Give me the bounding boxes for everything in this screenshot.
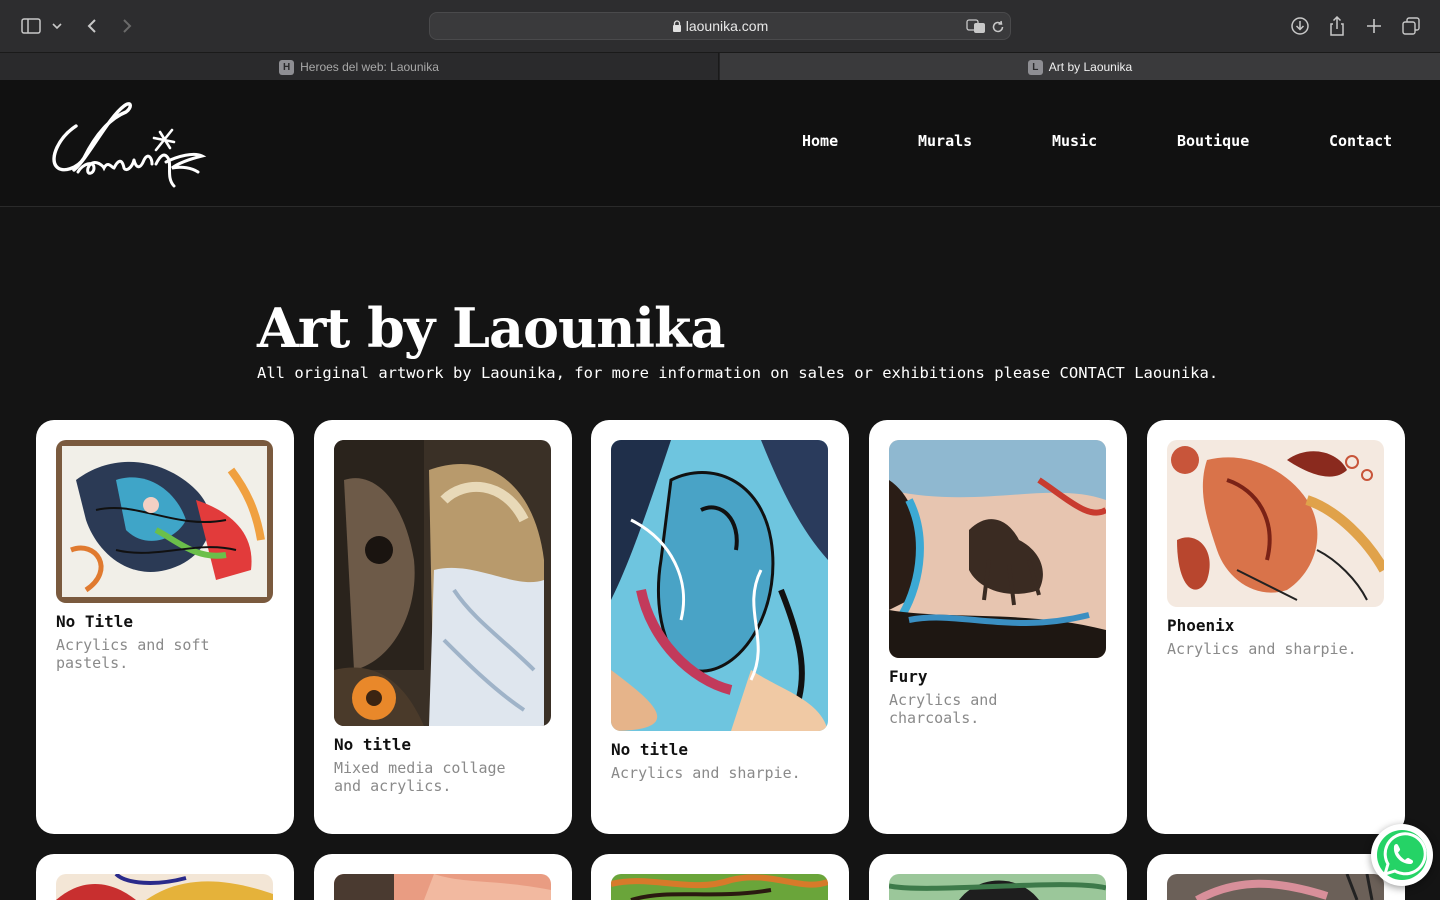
artwork-card[interactable]: No Title Acrylics and soft pastels. <box>36 420 294 834</box>
site-header: Home Murals Music Boutique Contact <box>0 80 1440 207</box>
artwork-card[interactable]: Fury Acrylics and charcoals. <box>869 420 1127 834</box>
page-title: Art by Laounika <box>257 296 725 360</box>
whatsapp-button[interactable] <box>1371 824 1433 886</box>
artwork-image[interactable] <box>889 874 1106 900</box>
artwork-card[interactable] <box>36 854 294 900</box>
chevron-down-icon[interactable] <box>46 13 68 39</box>
artwork-image[interactable] <box>611 440 828 731</box>
nav-music[interactable]: Music <box>1052 132 1097 150</box>
artwork-title: Phoenix <box>1167 616 1235 635</box>
nav-contact[interactable]: Contact <box>1329 132 1392 150</box>
artwork-desc: Mixed media collage and acrylics. <box>334 759 506 795</box>
artwork-desc: Acrylics and sharpie. <box>1167 640 1357 658</box>
artwork-image[interactable] <box>889 440 1106 658</box>
nav-boutique[interactable]: Boutique <box>1177 132 1249 150</box>
tab-label: Heroes del web: Laounika <box>300 60 439 74</box>
download-icon[interactable] <box>1287 13 1313 39</box>
whatsapp-icon <box>1377 830 1427 880</box>
artwork-image[interactable] <box>1167 874 1384 900</box>
artwork-image[interactable] <box>56 874 273 900</box>
nav-home[interactable]: Home <box>802 132 838 150</box>
sidebar-toggle-icon[interactable] <box>18 13 44 39</box>
artwork-card[interactable] <box>591 854 849 900</box>
share-icon[interactable] <box>1324 13 1350 39</box>
tab-art-by-laounika[interactable]: L Art by Laounika <box>720 53 1440 81</box>
new-tab-icon[interactable] <box>1361 13 1387 39</box>
artwork-image[interactable] <box>611 874 828 900</box>
forward-icon[interactable] <box>114 13 140 39</box>
artwork-image[interactable] <box>334 440 551 726</box>
artwork-title: Fury <box>889 667 928 686</box>
artwork-card[interactable] <box>869 854 1127 900</box>
artwork-image[interactable] <box>334 874 551 900</box>
artwork-image[interactable] <box>56 440 273 603</box>
artwork-desc: Acrylics and sharpie. <box>611 764 801 782</box>
tab-favicon: H <box>279 59 295 75</box>
page-subtitle: All original artwork by Laounika, for mo… <box>257 364 1219 382</box>
address-bar[interactable]: laounika.com <box>429 12 1011 40</box>
logo[interactable] <box>48 98 210 190</box>
artwork-card[interactable]: Phoenix Acrylics and sharpie. <box>1147 420 1405 834</box>
artwork-desc: Acrylics and soft pastels. <box>56 636 210 672</box>
back-icon[interactable] <box>79 13 105 39</box>
translate-icon[interactable] <box>966 18 986 38</box>
tab-heroes[interactable]: H Heroes del web: Laounika <box>0 53 719 81</box>
nav-murals[interactable]: Murals <box>918 132 972 150</box>
artwork-image[interactable] <box>1167 440 1384 607</box>
artwork-card[interactable] <box>1147 854 1405 900</box>
tab-favicon: L <box>1027 59 1043 75</box>
artwork-desc: Acrylics and charcoals. <box>889 691 998 727</box>
tab-bar: H Heroes del web: Laounika L Art by Laou… <box>0 52 1440 81</box>
artwork-title: No title <box>334 735 412 754</box>
tab-label: Art by Laounika <box>1048 60 1133 74</box>
reload-icon[interactable] <box>991 19 1005 38</box>
artwork-title: No Title <box>56 612 134 631</box>
artwork-card[interactable]: No title Mixed media collage and acrylic… <box>314 420 572 834</box>
url-text: laounika.com <box>685 18 769 34</box>
artwork-card[interactable] <box>314 854 572 900</box>
lock-icon <box>672 19 682 35</box>
artwork-title: No title <box>611 740 689 759</box>
browser-toolbar: laounika.com <box>0 0 1440 52</box>
artwork-card[interactable]: No title Acrylics and sharpie. <box>591 420 849 834</box>
tab-overview-icon[interactable] <box>1398 13 1424 39</box>
